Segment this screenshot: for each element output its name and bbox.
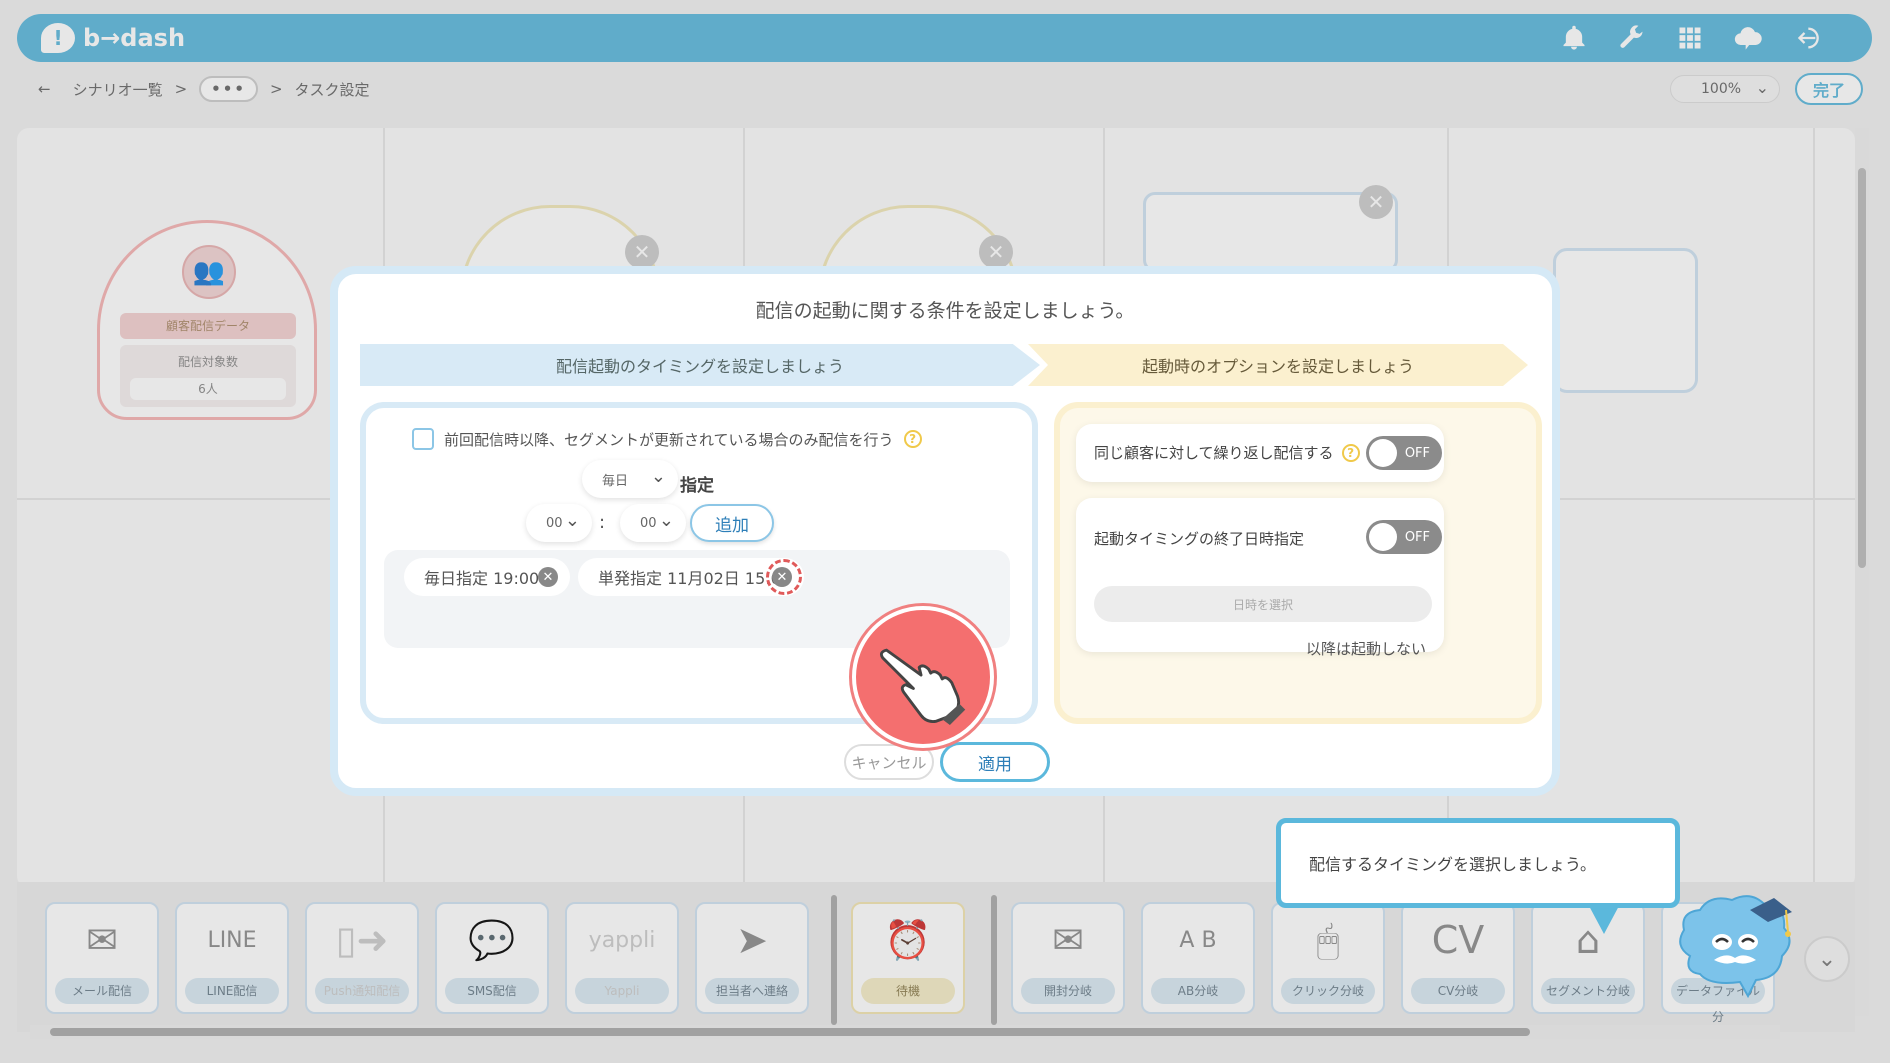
add-button[interactable]: 追加 xyxy=(690,504,774,542)
minute-select[interactable]: 00 xyxy=(620,504,686,542)
end-date-toggle[interactable]: OFF xyxy=(1366,520,1442,554)
frequency-suffix: 指定 xyxy=(680,476,714,496)
segment-update-option: 前回配信時以降、セグメントが更新されている場合のみ配信を行う ? xyxy=(412,428,922,450)
segment-update-checkbox[interactable] xyxy=(412,428,434,450)
time-colon: : xyxy=(599,512,606,533)
segment-update-label: 前回配信時以降、セグメントが更新されている場合のみ配信を行う xyxy=(444,430,894,449)
help-icon[interactable]: ? xyxy=(903,430,922,448)
repeat-toggle[interactable]: OFF xyxy=(1366,436,1442,470)
hour-select[interactable]: 00 xyxy=(526,504,592,542)
date-picker-button[interactable]: 日時を選択 xyxy=(1094,586,1432,622)
app-root: ! b→dash ← シナリオ一覧 > ••• > タスク設定 100% ⌄ 完… xyxy=(0,0,1890,1063)
repeat-option-label: 同じ顧客に対して繰り返し配信する xyxy=(1094,444,1334,462)
schedule-chip-label: 単発指定 11月02日 15:00 xyxy=(598,569,792,588)
schedule-chip: 単発指定 11月02日 15:00 ✕ xyxy=(578,558,804,596)
guide-tooltip-text: 配信するタイミングを選択しましょう。 xyxy=(1309,855,1597,874)
options-panel: 同じ顧客に対して繰り返し配信する ? OFF 起動タイミングの終了日時指定 OF… xyxy=(1054,402,1542,724)
step-options[interactable]: 起動時のオプションを設定しましょう xyxy=(1028,344,1528,386)
end-date-label: 起動タイミングの終了日時指定 xyxy=(1094,530,1305,548)
frequency-select[interactable]: 毎日 xyxy=(582,460,678,498)
modal-title: 配信の起動に関する条件を設定しましょう。 xyxy=(755,300,1135,322)
after-label: 以降は起動しない xyxy=(1305,640,1426,658)
repeat-option-card: 同じ顧客に対して繰り返し配信する ? OFF xyxy=(1076,424,1444,482)
cancel-button[interactable]: キャンセル xyxy=(844,744,934,780)
end-date-option-card: 起動タイミングの終了日時指定 OFF 日時を選択 以降は起動しない xyxy=(1076,498,1444,658)
repeat-option-row: 同じ顧客に対して繰り返し配信する ? xyxy=(1094,442,1360,463)
step-timing[interactable]: 配信起動のタイミングを設定しましょう xyxy=(360,344,1040,386)
schedule-chip: 毎日指定 19:00 ✕ xyxy=(404,558,570,596)
guide-tooltip: 配信するタイミングを選択しましょう。 xyxy=(1276,818,1680,908)
help-icon[interactable]: ? xyxy=(1341,443,1360,462)
tap-hand-icon xyxy=(852,606,994,748)
apply-button[interactable]: 適用 xyxy=(940,742,1050,782)
mascot-icon xyxy=(1670,886,1800,1006)
schedule-chip-label: 毎日指定 19:00 xyxy=(424,569,540,588)
remove-chip-icon[interactable]: ✕ xyxy=(538,567,558,587)
tooltip-tail xyxy=(1588,904,1620,934)
highlight-ring xyxy=(766,559,802,595)
